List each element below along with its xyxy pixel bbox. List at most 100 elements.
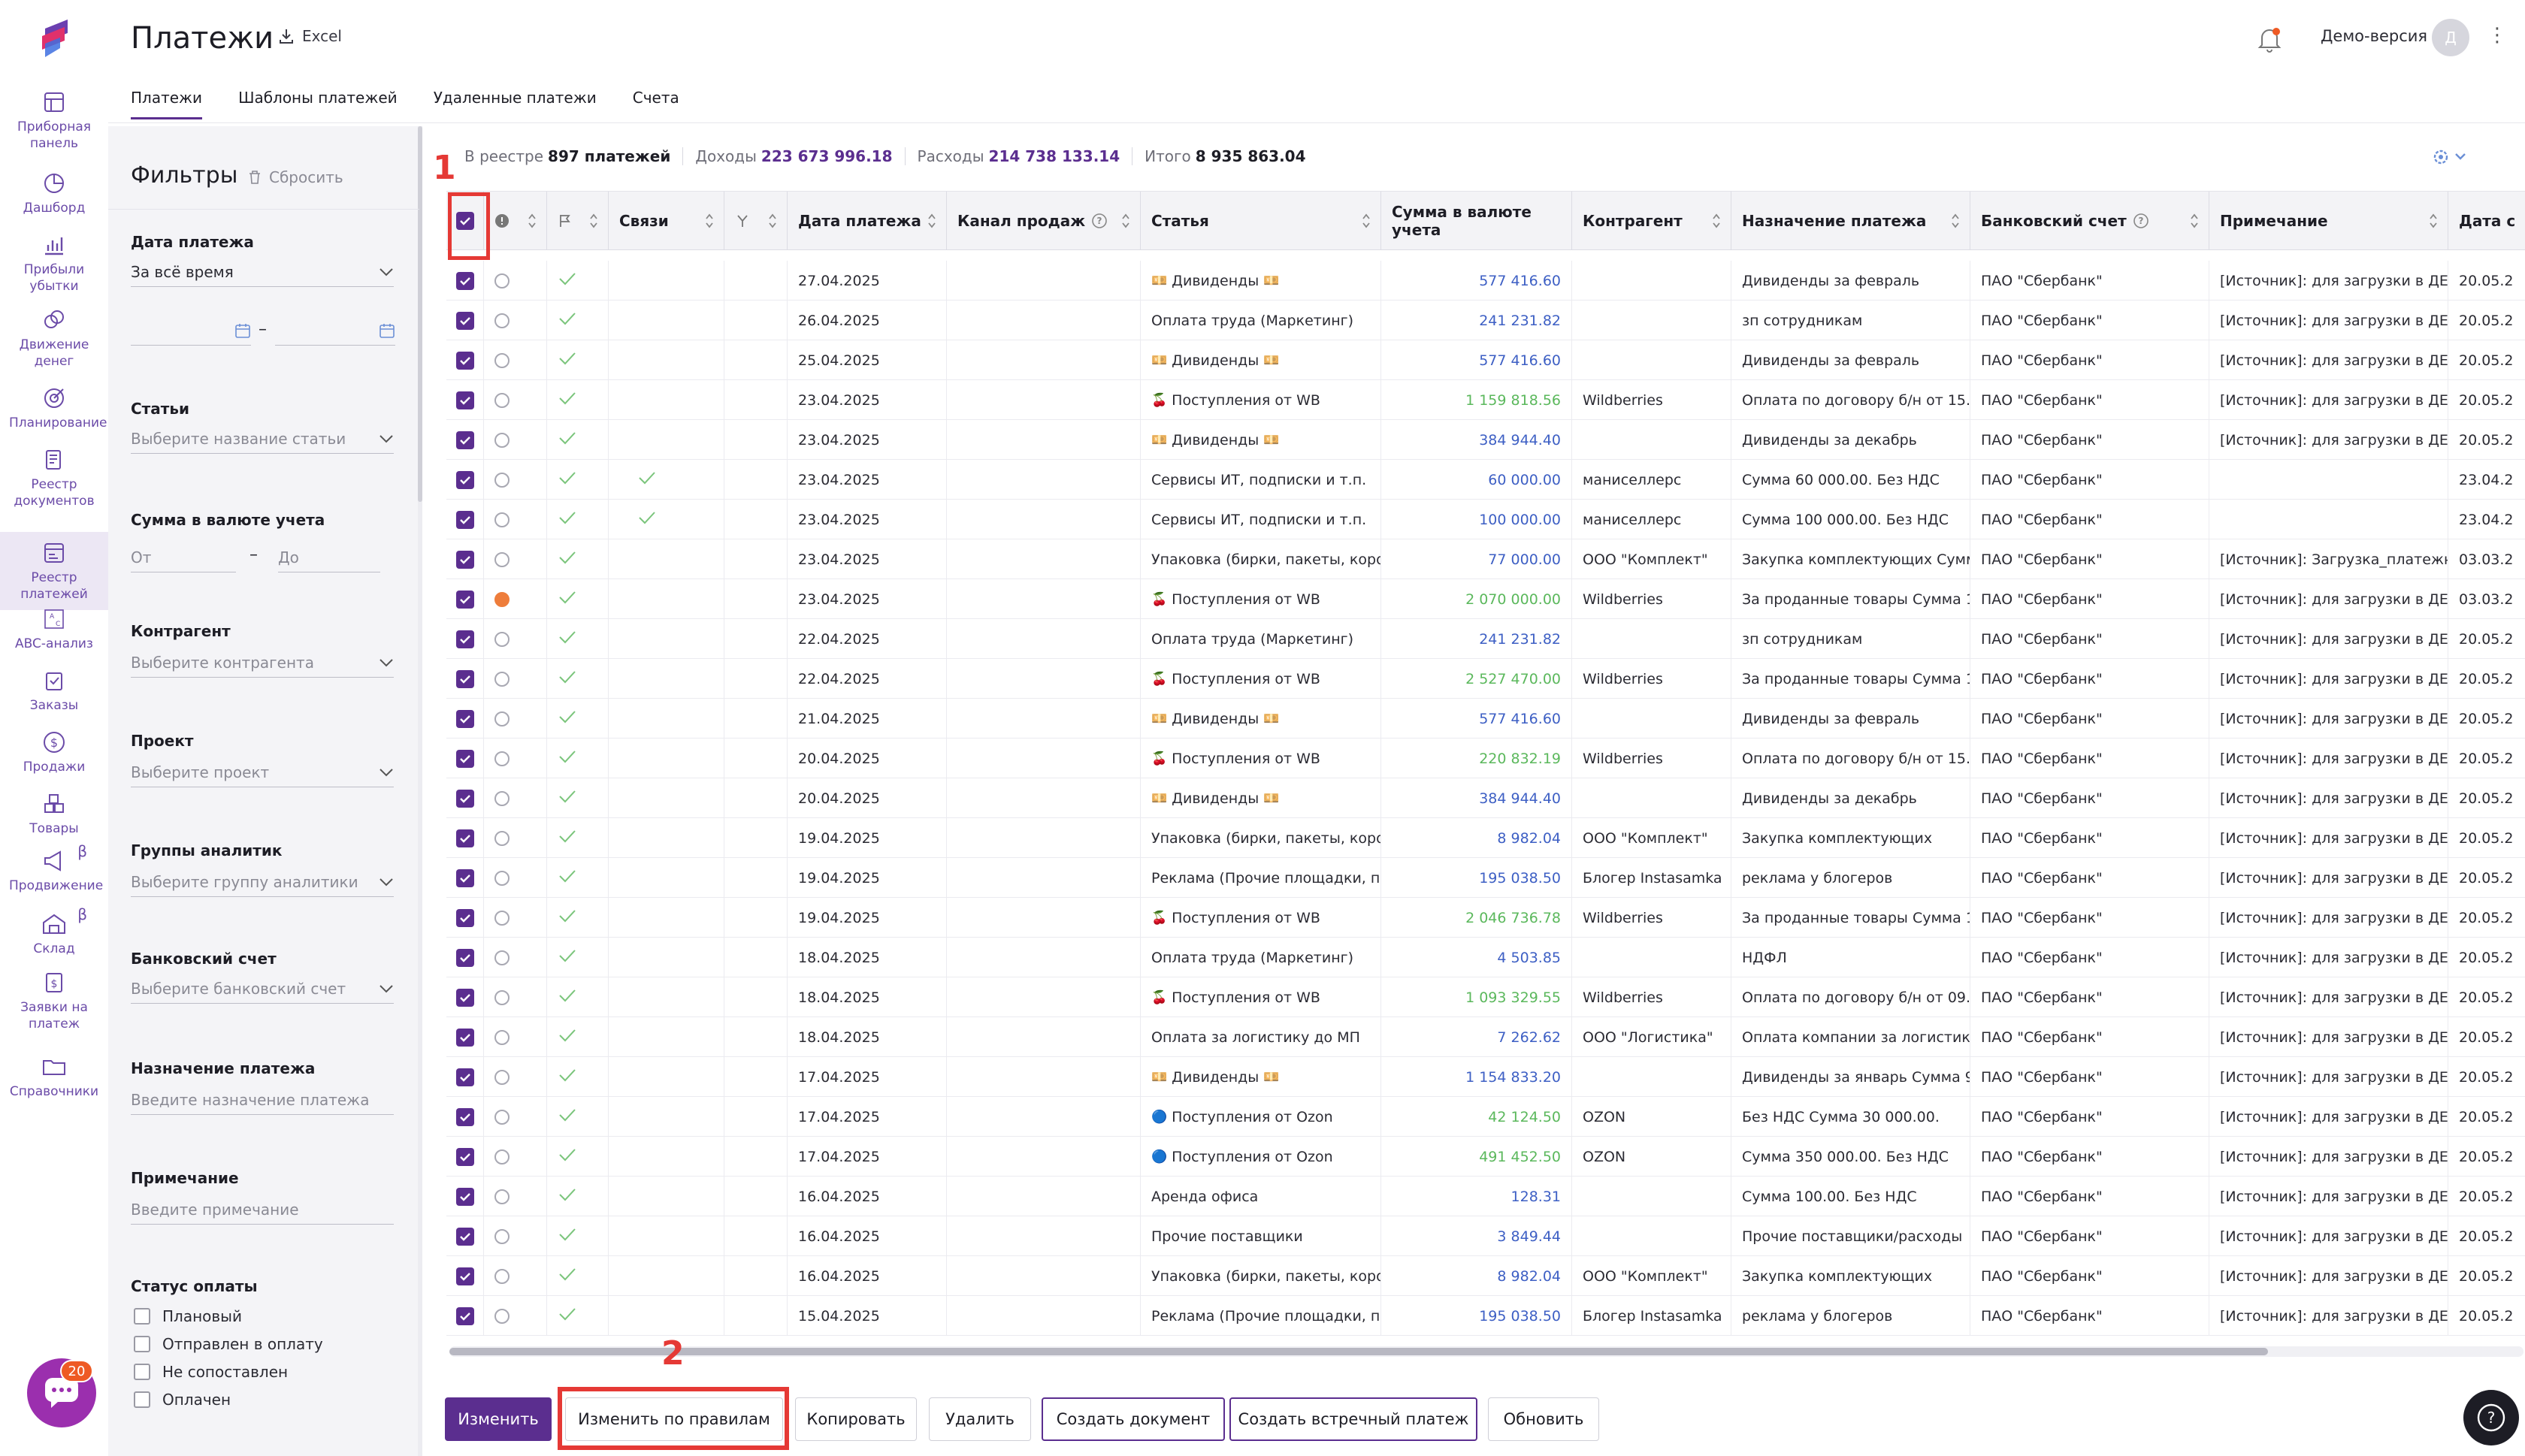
row-checkbox[interactable] [446, 898, 484, 938]
filter-date-to-input[interactable] [275, 316, 395, 346]
nav-item-bar-chart[interactable]: Прибыли убытки [0, 231, 108, 295]
more-menu-icon[interactable]: ⋮ [2487, 24, 2507, 47]
row-checkbox-box[interactable] [455, 669, 474, 688]
row-checkbox[interactable] [446, 1296, 484, 1336]
row-checkbox-box[interactable] [455, 749, 474, 768]
nav-item-megaphone[interactable]: Продвижение β [0, 843, 108, 894]
row-checkbox[interactable] [446, 420, 484, 460]
row-checkbox-box[interactable] [455, 1306, 474, 1325]
row-checkbox-box[interactable] [455, 829, 474, 847]
filter-project-select[interactable]: Выберите проект [131, 757, 394, 787]
tab-deleted-payments[interactable]: Удаленные платежи [434, 89, 597, 119]
column-header-flag[interactable] [547, 192, 609, 250]
row-checkbox-box[interactable] [455, 789, 474, 808]
help-icon[interactable]: ? [2133, 213, 2149, 229]
nav-item-dashboard[interactable]: Приборная панель [0, 89, 108, 152]
table-row[interactable]: 19.04.2025 Упаковка (бирки, пакеты, короб… [446, 818, 2525, 858]
filter-status-unmatched-checkbox[interactable]: Не сопоставлен [134, 1363, 288, 1381]
sort-icon[interactable] [1361, 213, 1371, 229]
row-checkbox[interactable] [446, 380, 484, 420]
excel-export-button[interactable]: Excel [278, 27, 342, 45]
row-checkbox[interactable] [446, 460, 484, 500]
column-header-contractor[interactable]: Контрагент [1572, 192, 1731, 250]
table-row[interactable]: 18.04.2025 🍒 Поступления от WB 1 093 329.55… [446, 977, 2525, 1017]
table-row[interactable]: 16.04.2025 Упаковка (бирки, пакеты, короб… [446, 1256, 2525, 1296]
table-row[interactable]: 19.04.2025 Реклама (Прочие площадки, про 1… [446, 858, 2525, 898]
checkbox[interactable] [134, 1336, 150, 1352]
sort-icon[interactable] [927, 213, 937, 229]
row-checkbox[interactable] [446, 1017, 484, 1057]
sort-icon[interactable] [527, 213, 537, 229]
nav-item-coins[interactable]: Движение денег [0, 307, 108, 370]
table-row[interactable]: 27.04.2025 💴 Дивиденды 💴 577 416.60 Дивиденды… [446, 261, 2525, 301]
row-checkbox[interactable] [446, 619, 484, 659]
table-row[interactable]: 17.04.2025 🔵 Поступления от Ozon 42 124.50 O… [446, 1097, 2525, 1137]
delete-button[interactable]: Удалить [929, 1397, 1031, 1441]
table-row[interactable]: 23.04.2025 Сервисы ИТ, подписки и т.п. 100… [446, 500, 2525, 539]
checkbox[interactable] [134, 1308, 150, 1325]
nav-item-documents[interactable]: Реестр документов [0, 446, 108, 509]
filter-contractor-select[interactable]: Выберите контрагента [131, 648, 394, 678]
sort-icon[interactable] [1950, 213, 1961, 229]
table-row[interactable]: 16.04.2025 Аренда офиса 128.31 Сумма 100.00… [446, 1177, 2525, 1216]
table-scrollbar-thumb[interactable] [449, 1348, 2268, 1355]
row-checkbox-box[interactable] [455, 948, 474, 967]
nav-item-dollar[interactable]: $ Продажи [0, 729, 108, 775]
filter-bank-select[interactable]: Выберите банковский счет [131, 974, 394, 1004]
column-header-bank[interactable]: Банковский счет ? [1970, 192, 2209, 250]
row-checkbox-box[interactable] [455, 709, 474, 728]
table-row[interactable]: 23.04.2025 🍒 Поступления от WB 2 070 000.00… [446, 579, 2525, 619]
filter-status-paid-checkbox[interactable]: Оплачен [134, 1391, 231, 1409]
table-row[interactable]: 20.04.2025 🍒 Поступления от WB 220 832.19 Wi… [446, 739, 2525, 778]
filters-scrollbar-thumb[interactable] [418, 126, 422, 502]
row-checkbox-box[interactable] [455, 1227, 474, 1246]
row-checkbox-box[interactable] [455, 510, 474, 529]
row-checkbox[interactable] [446, 1137, 484, 1177]
row-checkbox-box[interactable] [455, 1267, 474, 1285]
nav-item-boxes[interactable]: Товары [0, 790, 108, 837]
row-checkbox-box[interactable] [455, 630, 474, 648]
row-checkbox[interactable] [446, 500, 484, 539]
row-checkbox[interactable] [446, 818, 484, 858]
column-header-sum[interactable]: Сумма в валюте учета [1381, 192, 1572, 250]
table-row[interactable]: 17.04.2025 💴 Дивиденды 💴 1 154 833.20 Дивиден… [446, 1057, 2525, 1097]
nav-item-abc[interactable]: A C ABC-анализ [0, 606, 108, 652]
row-checkbox[interactable] [446, 1216, 484, 1256]
table-row[interactable]: 23.04.2025 Упаковка (бирки, пакеты, короб… [446, 539, 2525, 579]
filter-article-select[interactable]: Выберите название статьи [131, 424, 394, 454]
filter-note-input[interactable]: Введите примечание [131, 1195, 394, 1225]
filters-scrollbar[interactable] [418, 126, 422, 1456]
nav-item-target[interactable]: Планирование [0, 385, 108, 431]
row-checkbox[interactable] [446, 977, 484, 1017]
column-header-split[interactable] [724, 192, 788, 250]
row-checkbox-box[interactable] [455, 868, 474, 887]
column-header-date[interactable]: Дата платежа [788, 192, 947, 250]
row-checkbox[interactable] [446, 739, 484, 778]
table-row[interactable]: 19.04.2025 🍒 Поступления от WB 2 046 736.78… [446, 898, 2525, 938]
help-button[interactable]: ? [2463, 1390, 2519, 1445]
nav-item-warehouse[interactable]: Склад β [0, 906, 108, 957]
row-checkbox[interactable] [446, 778, 484, 818]
sort-icon[interactable] [704, 213, 715, 229]
row-checkbox[interactable] [446, 1177, 484, 1216]
filter-date-period-select[interactable]: За всё время [131, 257, 394, 287]
sort-icon[interactable] [588, 213, 599, 229]
tab-payments[interactable]: Платежи [131, 89, 203, 119]
table-row[interactable]: 22.04.2025 🍒 Поступления от WB 2 527 470.00… [446, 659, 2525, 699]
nav-item-pie-chart[interactable]: Дашборд [0, 170, 108, 216]
row-checkbox[interactable] [446, 261, 484, 301]
nav-item-payments-register[interactable]: Реестр платежей [0, 532, 108, 610]
nav-item-folder[interactable]: Справочники [0, 1053, 108, 1100]
row-checkbox[interactable] [446, 659, 484, 699]
nav-item-request[interactable]: $ Заявки на платеж [0, 969, 108, 1032]
create-document-button[interactable]: Создать документ [1042, 1397, 1225, 1441]
tab-payment-templates[interactable]: Шаблоны платежей [238, 89, 398, 119]
table-row[interactable]: 16.04.2025 Прочие поставщики 3 849.44 Прочи… [446, 1216, 2525, 1256]
row-checkbox[interactable] [446, 539, 484, 579]
filter-sum-from-input[interactable]: От [131, 542, 236, 572]
column-header-links[interactable]: Связи [609, 192, 724, 250]
row-checkbox-box[interactable] [455, 1068, 474, 1086]
refresh-button[interactable]: Обновить [1488, 1397, 1599, 1441]
row-checkbox-box[interactable] [455, 988, 474, 1007]
app-logo-icon[interactable] [38, 18, 72, 59]
